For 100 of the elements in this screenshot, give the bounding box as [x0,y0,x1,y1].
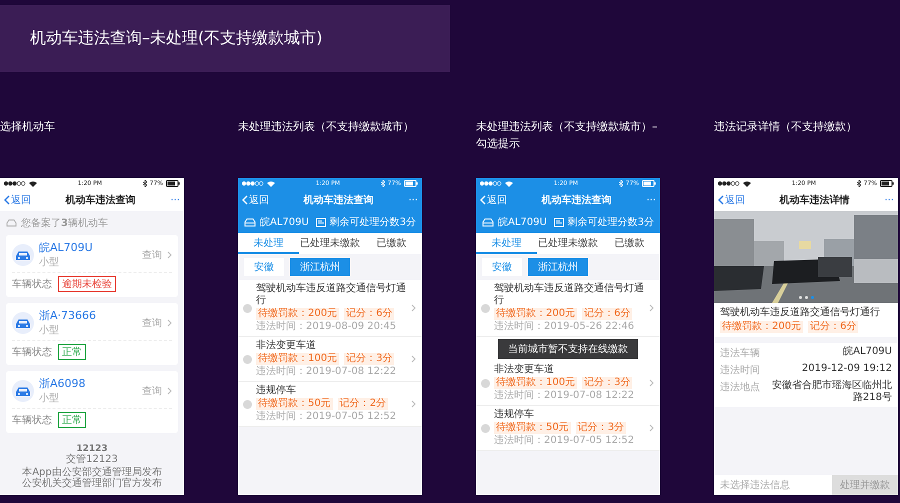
chevron-left-icon [480,195,486,205]
chevron-right-icon [411,400,416,408]
chevron-right-icon [167,318,172,326]
checkbox[interactable] [481,304,490,312]
points-remaining: 剩余可处理分数3分 [568,216,654,229]
field-value: 2019-12-09 19:12 [800,363,892,375]
page-dot[interactable] [810,296,814,299]
status-label: 车辆状态 [12,278,52,291]
vehicle-type: 小型 [39,324,60,337]
back-button[interactable]: 返回 [480,193,507,207]
signal-icon [4,181,26,186]
checkbox[interactable] [481,424,490,432]
bluetooth-icon [142,180,147,187]
battery-icon [880,180,894,187]
bluetooth-icon [618,180,623,187]
nav-title: 机动车违法查询 [540,193,613,207]
query-link[interactable]: 查询 [142,316,162,330]
tab[interactable]: 已缴款 [598,233,660,254]
field-label: 违法时间 [720,364,760,377]
page-dot[interactable] [798,296,802,299]
violation-time: 违法时间：2019-07-08 12:22 [256,366,398,378]
more-button[interactable]: ··· [646,194,656,206]
vehicle-card[interactable]: 皖AL709U 小型 查询 车辆状态 逾期未检验 [6,235,178,297]
violation-time: 违法时间：2019-07-05 12:52 [256,411,398,423]
screen-caption: 违法记录详情（不支持缴款） [714,119,858,135]
battery-icon [166,180,180,187]
checkbox[interactable] [481,378,490,388]
more-button[interactable]: ··· [408,194,418,206]
violation-time: 违法时间：2019-07-05 12:52 [494,435,636,447]
app-logo: 12123 [76,444,108,454]
back-button[interactable]: 返回 [242,193,269,207]
violation-title: 非法变更车道 [494,364,555,376]
plate-number: 皖AL709U [39,240,94,255]
wifi-icon [29,180,37,186]
card-icon [316,218,326,226]
tab[interactable]: 已缴款 [360,233,422,254]
violation-time: 违法时间：2019-08-09 20:45 [256,321,398,333]
city-filter-button[interactable]: 浙江杭州 [528,258,588,276]
points-tag: 记分：3分 [582,377,632,389]
query-link[interactable]: 查询 [142,384,162,398]
more-button[interactable]: ··· [884,194,894,206]
query-link[interactable]: 查询 [142,248,162,262]
violation-title: 非法变更车道 [256,340,317,352]
city-filter-button[interactable]: 浙江杭州 [290,258,350,276]
violation-title: 驾驶机动车违反道路交通信号灯通行 [720,307,881,319]
points-tag: 记分：3分 [576,422,626,434]
status-label: 车辆状态 [12,346,52,359]
violation-title: 驾驶机动车违反道路交通信号灯通行 [494,283,645,307]
footer-text: 公安机关交通管理部门官方发布 [22,478,162,489]
points-tag: 记分：3分 [344,353,394,365]
wifi-icon [267,180,275,186]
back-button[interactable]: 返回 [4,193,31,207]
fine-tag: 待缴罚款：200元 [494,308,578,320]
vehicle-card[interactable]: 浙A6098 小型 查询 车辆状态 正常 [6,371,178,433]
points-tag: 记分：6分 [344,308,394,320]
fine-tag: 待缴罚款：50元 [494,422,571,434]
page-dot[interactable] [804,296,808,299]
violation-title: 违规停车 [256,385,297,397]
checkbox[interactable] [243,304,252,312]
plate-number: 浙A·73666 [39,308,98,323]
violation-time: 违法时间：2019-07-08 12:22 [494,390,636,402]
signal-icon [242,181,264,186]
chevron-right-icon [649,379,654,387]
battery-icon [642,180,656,187]
status-tag: 正常 [58,412,86,428]
city-filter-button[interactable]: 安徽 [482,258,522,276]
wifi-icon [743,180,751,186]
city-filter-button[interactable]: 安徽 [244,258,284,276]
tab[interactable]: 已处理未缴款 [299,233,361,254]
battery-icon [404,180,418,187]
chevron-right-icon [411,304,416,312]
logo-caption: 交管12123 [66,454,118,465]
tab[interactable]: 未处理 [476,233,538,254]
tab[interactable]: 未处理 [238,233,300,254]
points-tag: 记分：6分 [582,308,632,320]
toast-message: 当前城市暂不支持在线缴款 [498,339,638,359]
tab[interactable]: 已处理未缴款 [537,233,599,254]
chevron-left-icon [718,195,724,205]
field-label: 违法车辆 [720,346,760,360]
signal-icon [480,181,502,186]
bluetooth-icon [380,180,385,187]
back-button[interactable]: 返回 [718,193,745,207]
fine-tag: 待缴罚款：100元 [256,353,340,365]
fine-tag: 待缴罚款：200元 [720,321,804,333]
nav-title: 机动车违法详情 [778,193,851,207]
nav-title: 机动车违法查询 [302,193,375,207]
chevron-left-icon [4,195,10,205]
vehicle-card[interactable]: 浙A·73666 小型 查询 车辆状态 正常 [6,303,178,365]
status-tag: 逾期未检验 [58,276,116,292]
chevron-right-icon [167,250,172,258]
checkbox[interactable] [243,354,252,364]
chevron-right-icon [649,424,654,432]
more-button[interactable]: ··· [170,194,180,206]
wifi-icon [505,180,513,186]
status-label: 车辆状态 [12,414,52,427]
vehicle-type: 小型 [39,256,60,269]
vehicle-type: 小型 [39,392,60,405]
checkbox[interactable] [243,400,252,408]
chevron-right-icon [649,304,654,312]
screen-caption: 未处理违法列表（不支持缴款城市）–勾选提示 [476,119,658,152]
